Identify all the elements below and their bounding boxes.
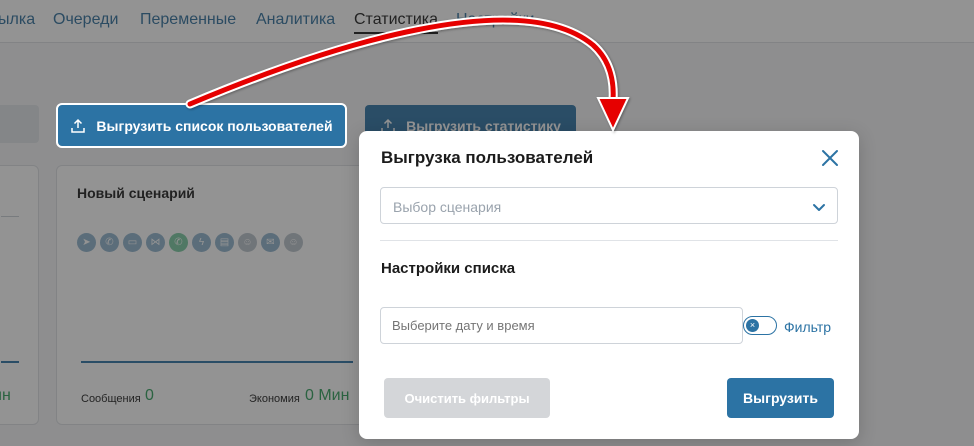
scenario-select-placeholder: Выбор сценария (393, 199, 502, 215)
export-users-button-highlighted[interactable]: Выгрузить список пользователей (56, 103, 347, 148)
upload-icon (71, 118, 86, 133)
list-settings-title: Настройки списка (381, 260, 516, 277)
date-time-input[interactable] (380, 307, 743, 344)
export-submit-button[interactable]: Выгрузить (727, 378, 834, 418)
filter-label[interactable]: Фильтр (784, 319, 831, 335)
chevron-down-icon (813, 204, 825, 211)
modal-divider (380, 240, 838, 241)
scenario-select[interactable]: Выбор сценария (380, 187, 838, 224)
close-icon[interactable] (819, 147, 841, 169)
toggle-off-icon: × (746, 319, 759, 332)
export-users-label: Выгрузить список пользователей (96, 117, 333, 134)
filter-toggle[interactable]: × (743, 316, 777, 335)
clear-filters-button[interactable]: Очистить фильтры (384, 378, 550, 418)
export-users-modal: Выгрузка пользователей Выбор сценария На… (359, 131, 859, 439)
modal-title: Выгрузка пользователей (381, 148, 594, 167)
